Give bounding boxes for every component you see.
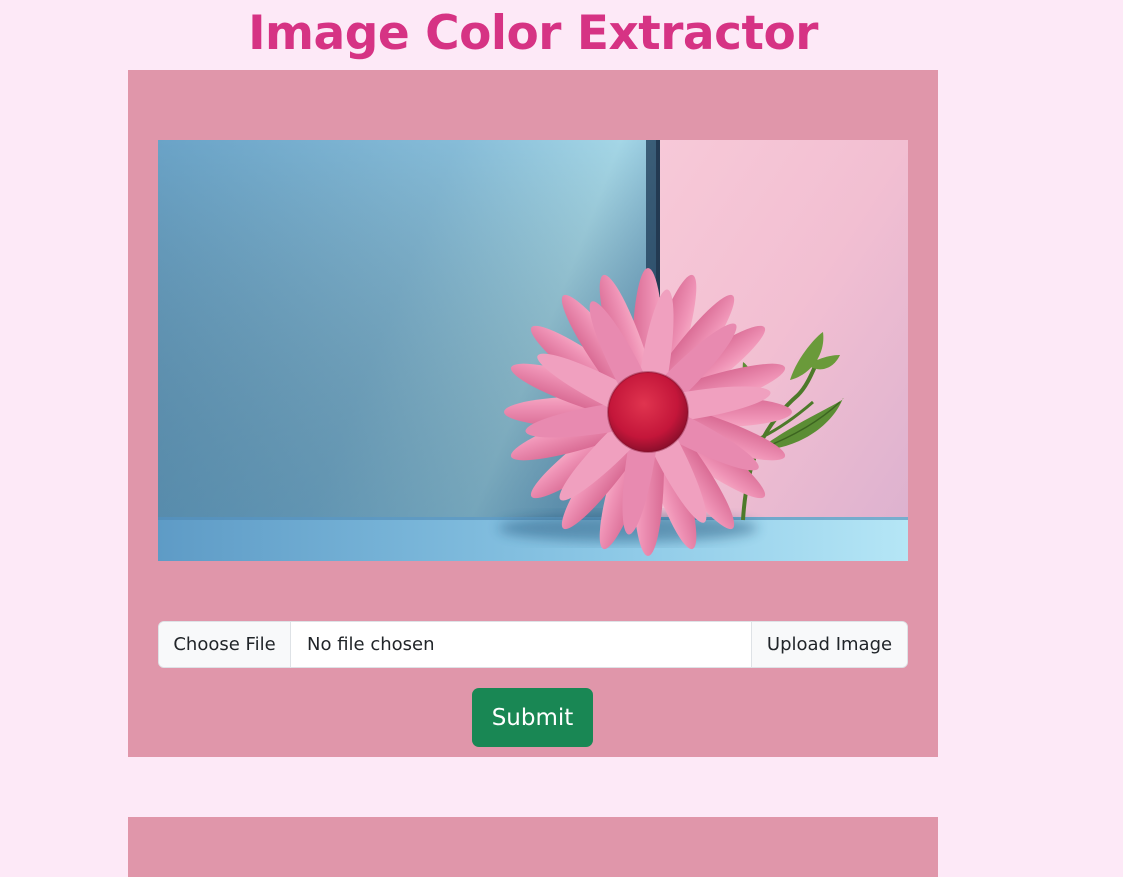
upload-card: Choose File No file chosen Upload Image …: [128, 70, 938, 757]
file-status-text[interactable]: No file chosen: [291, 622, 751, 667]
upload-image-label: Upload Image: [751, 622, 907, 667]
submit-button[interactable]: Submit: [472, 688, 593, 747]
preview-image: [158, 140, 908, 561]
results-card: [128, 817, 938, 877]
choose-file-button[interactable]: Choose File: [159, 622, 291, 667]
page-title: Image Color Extractor: [248, 6, 818, 61]
file-input-group: Choose File No file chosen Upload Image: [158, 621, 908, 668]
